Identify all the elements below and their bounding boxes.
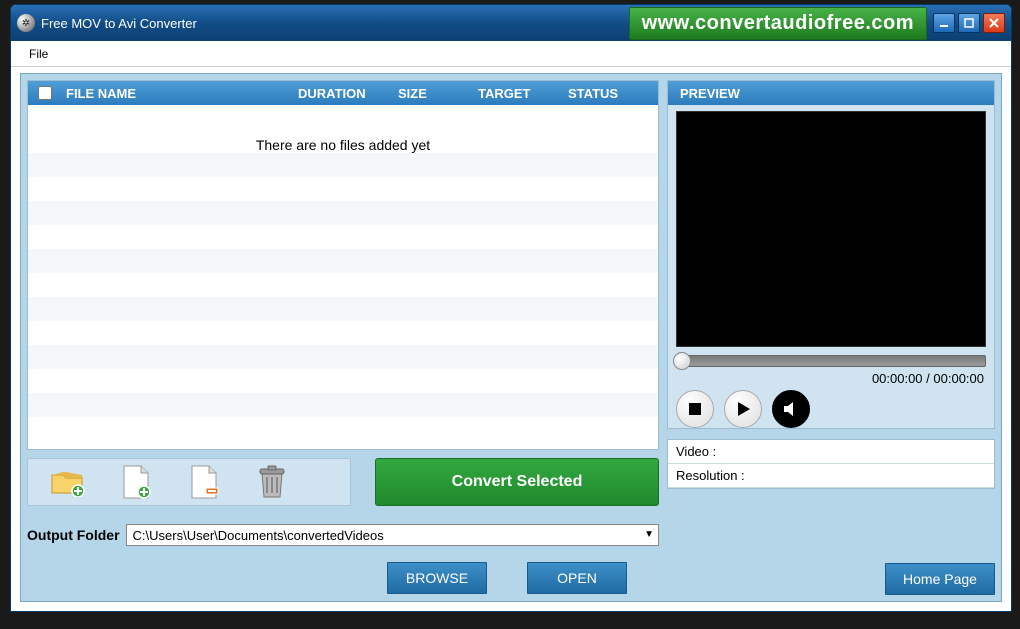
info-video: Video : <box>668 440 994 464</box>
time-current: 00:00:00 <box>872 371 923 386</box>
empty-message: There are no files added yet <box>28 137 658 153</box>
seek-slider[interactable] <box>676 355 986 367</box>
add-file-button[interactable] <box>116 462 156 502</box>
website-badge[interactable]: www.convertaudiofree.com <box>629 7 927 40</box>
file-toolbar <box>27 458 351 506</box>
col-header-size[interactable]: SIZE <box>398 86 478 101</box>
dropdown-icon[interactable]: ▼ <box>644 529 654 540</box>
stop-button[interactable] <box>676 390 714 428</box>
convert-selected-button[interactable]: Convert Selected <box>375 458 659 506</box>
seek-thumb[interactable] <box>673 352 691 370</box>
output-folder-value: C:\Users\User\Documents\convertedVideos <box>133 528 384 543</box>
col-header-target[interactable]: TARGET <box>478 86 568 101</box>
open-button[interactable]: OPEN <box>527 562 627 594</box>
col-header-duration[interactable]: DURATION <box>298 86 398 101</box>
col-header-status[interactable]: STATUS <box>568 86 658 101</box>
content-area: FILE NAME DURATION SIZE TARGET STATUS Th… <box>20 73 1002 602</box>
video-preview[interactable] <box>676 111 986 347</box>
output-folder-label: Output Folder <box>27 527 120 543</box>
app-title: Free MOV to Avi Converter <box>41 16 197 31</box>
info-video-label: Video : <box>676 444 716 459</box>
select-all-checkbox[interactable] <box>38 86 52 100</box>
col-header-name[interactable]: FILE NAME <box>62 86 298 101</box>
volume-button[interactable] <box>772 390 810 428</box>
play-button[interactable] <box>724 390 762 428</box>
maximize-button[interactable] <box>958 13 980 33</box>
preview-header: PREVIEW <box>668 81 994 105</box>
time-display: 00:00:00 / 00:00:00 <box>676 371 986 386</box>
time-total: 00:00:00 <box>933 371 984 386</box>
grid-body: There are no files added yet <box>28 105 658 449</box>
grid-header: FILE NAME DURATION SIZE TARGET STATUS <box>28 81 658 105</box>
browse-button[interactable]: BROWSE <box>387 562 487 594</box>
menubar: File <box>11 41 1011 67</box>
delete-button[interactable] <box>252 462 292 502</box>
add-folder-button[interactable] <box>48 462 88 502</box>
titlebar[interactable]: ✲ Free MOV to Avi Converter www.converta… <box>11 5 1011 41</box>
file-grid: FILE NAME DURATION SIZE TARGET STATUS Th… <box>27 80 659 450</box>
app-window: ✲ Free MOV to Avi Converter www.converta… <box>10 4 1012 612</box>
output-folder-field[interactable]: C:\Users\User\Documents\convertedVideos … <box>126 524 659 546</box>
info-resolution: Resolution : <box>668 464 994 488</box>
home-page-button[interactable]: Home Page <box>885 563 995 595</box>
minimize-button[interactable] <box>933 13 955 33</box>
close-button[interactable] <box>983 13 1005 33</box>
info-panel: Video : Resolution : <box>667 439 995 489</box>
preview-panel: PREVIEW 00:00:00 / 00:00:00 <box>667 80 995 429</box>
remove-file-button[interactable] <box>184 462 224 502</box>
menu-file[interactable]: File <box>21 43 56 65</box>
app-icon: ✲ <box>17 14 35 32</box>
info-resolution-label: Resolution : <box>676 468 745 483</box>
